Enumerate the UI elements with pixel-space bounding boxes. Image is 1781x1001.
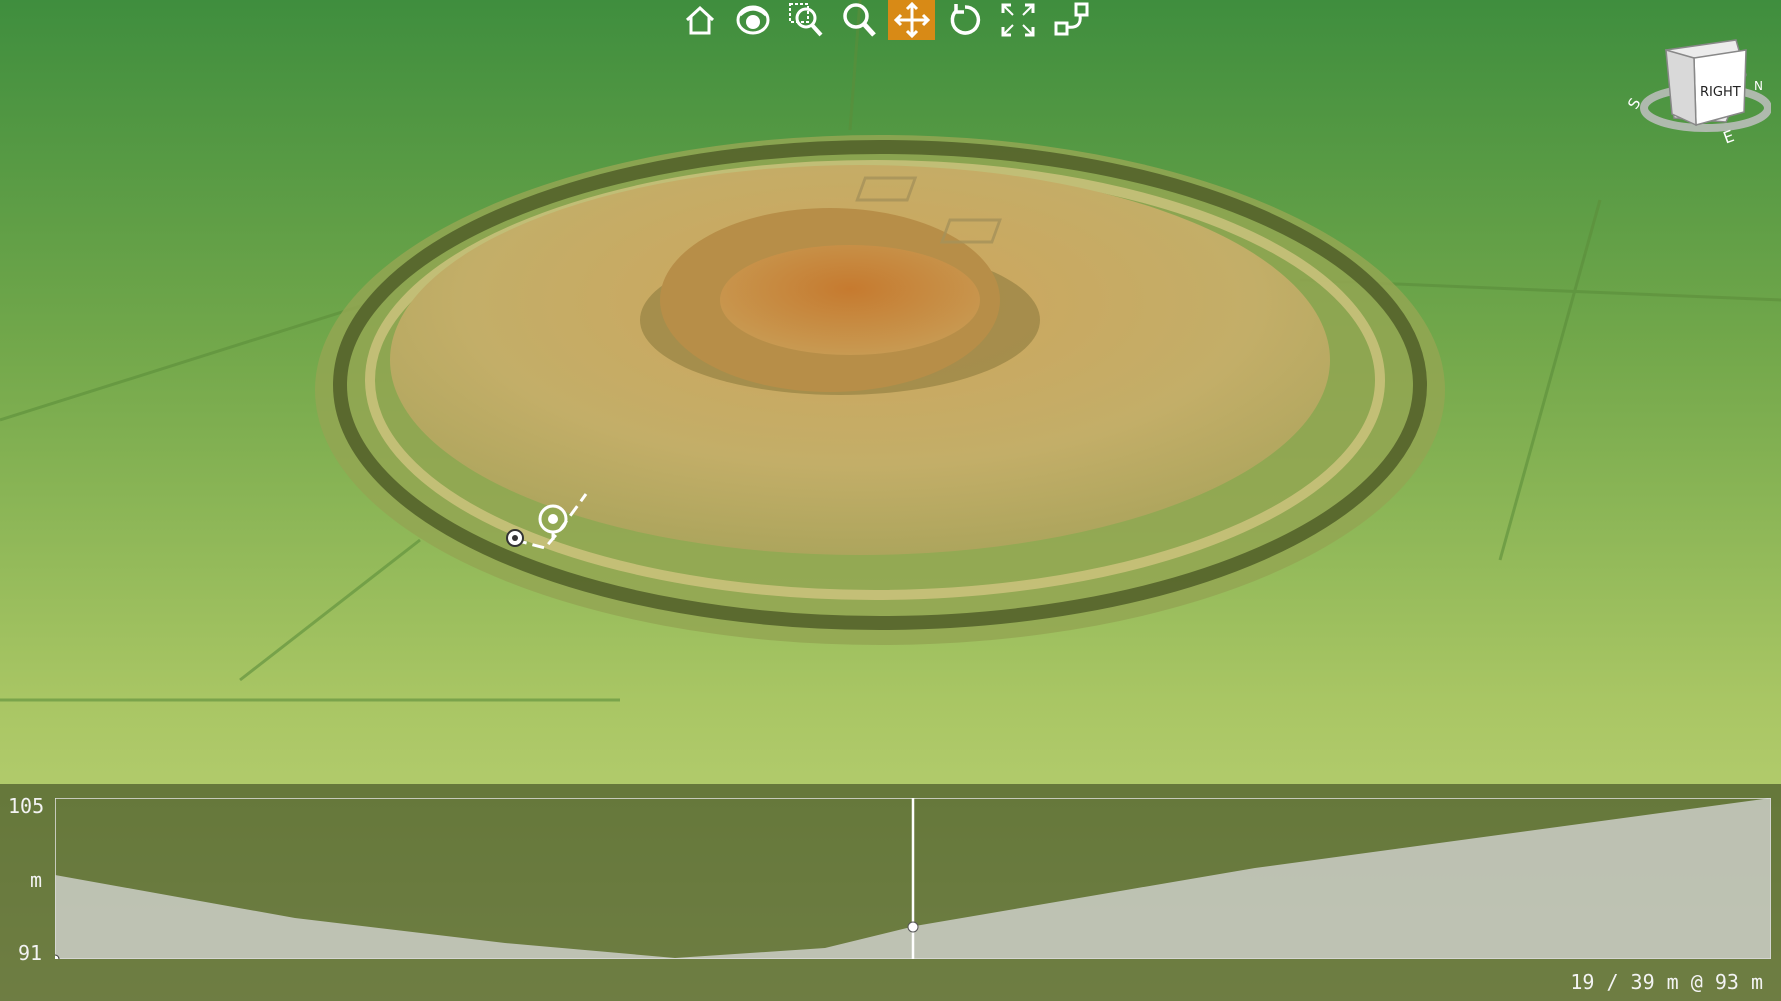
pan-tool-button[interactable]: [888, 0, 935, 40]
elevation-profile-panel: 105 m 91 19 / 39 m @ 93 m: [0, 784, 1781, 1001]
fullscreen-icon: [1001, 3, 1034, 37]
eye-tool-button[interactable]: [729, 0, 776, 40]
profile-y-unit-label: m: [30, 868, 43, 892]
profile-tool-icon: [1054, 2, 1088, 36]
home-tool-button[interactable]: [676, 0, 723, 40]
profile-plot[interactable]: [55, 798, 1771, 959]
zoom-window-tool-button[interactable]: [782, 0, 829, 40]
rotate-icon: [950, 4, 980, 35]
zoom-icon: [842, 3, 876, 37]
home-icon: [685, 5, 714, 35]
pan-icon: [893, 1, 930, 39]
cube-face-label: RIGHT: [1700, 85, 1741, 100]
profile-y-max-label: 105: [8, 794, 45, 818]
eye-icon: [736, 5, 769, 35]
toolbar: [676, 0, 1094, 40]
rotate-tool-button[interactable]: [941, 0, 988, 40]
view-cube[interactable]: RIGHT S E N: [1626, 30, 1771, 150]
zoom-tool-button[interactable]: [835, 0, 882, 40]
cube-icon[interactable]: RIGHT: [1665, 39, 1747, 127]
profile-tool-tool-button[interactable]: [1047, 0, 1094, 40]
fullscreen-tool-button[interactable]: [994, 0, 1041, 40]
profile-y-min-label: 91: [18, 941, 43, 965]
profile-cursor-point[interactable]: [907, 921, 919, 933]
compass-n-label: N: [1754, 79, 1763, 93]
profile-status-readout: 19 / 39 m @ 93 m: [1570, 970, 1763, 994]
zoom-window-icon: [788, 3, 822, 37]
